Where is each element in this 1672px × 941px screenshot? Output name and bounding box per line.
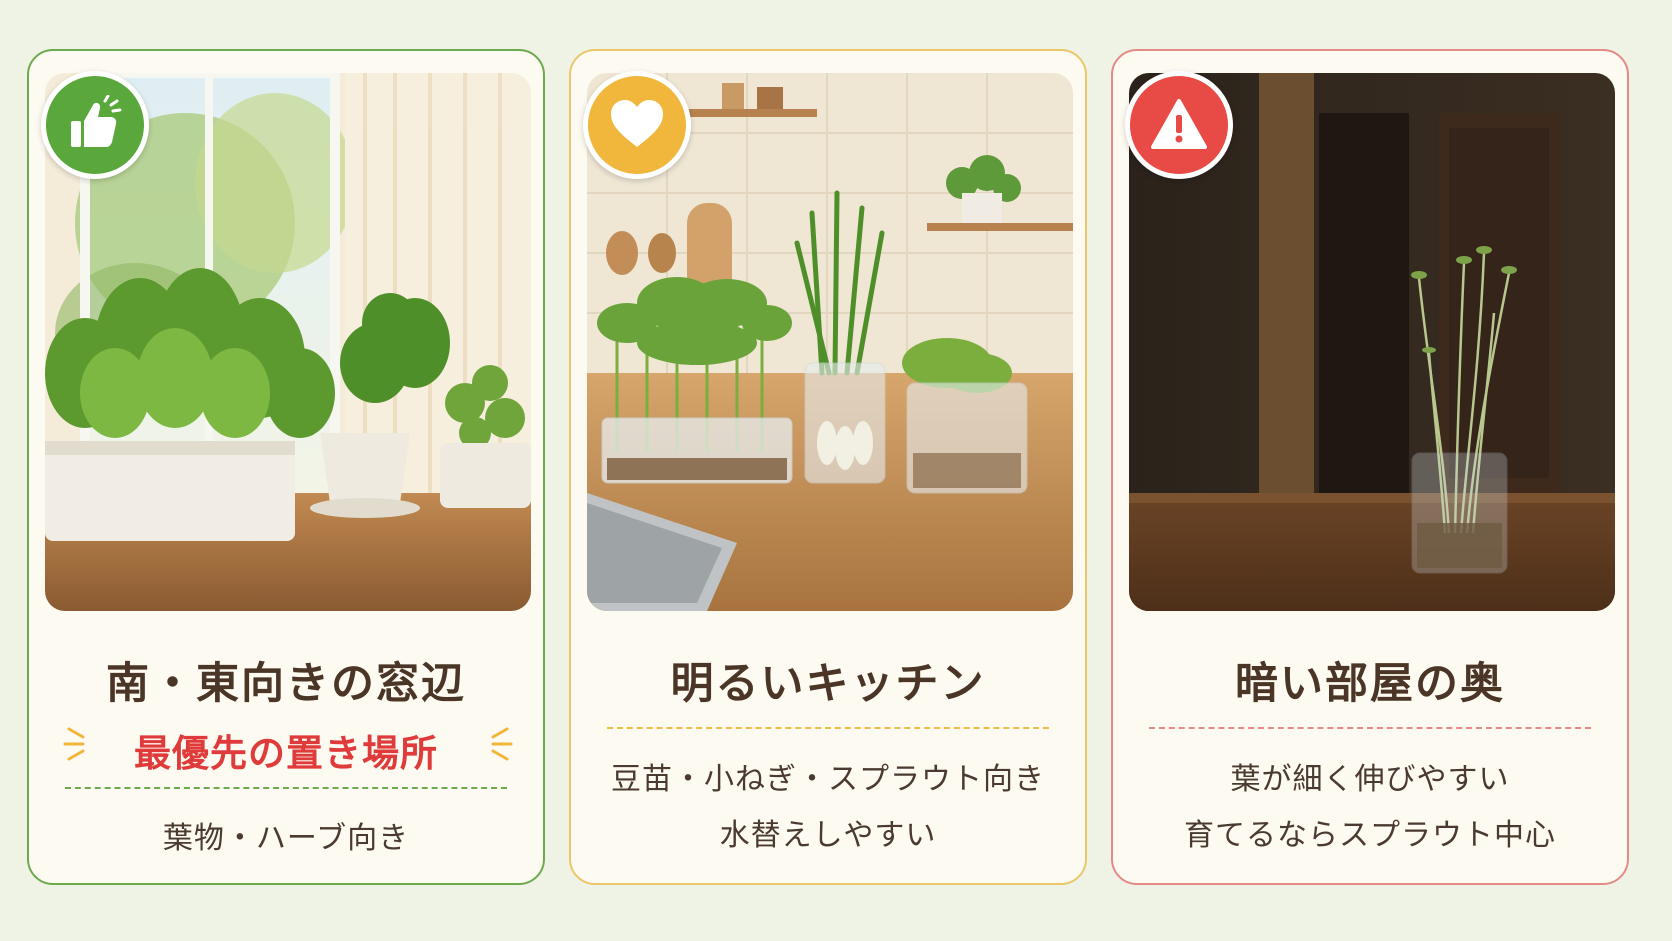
warning-icon: [1151, 99, 1207, 149]
card-title: 明るいキッチン: [670, 659, 986, 709]
thumbs-up-badge: [41, 71, 149, 179]
priority-label: 最優先の置き場所: [134, 732, 438, 775]
thumbs-up-icon: [71, 95, 122, 147]
divider: [1149, 727, 1591, 729]
placement-card-window: 南・東向きの窓辺 最優先の置き場所 葉物・ハーブ向き: [27, 49, 545, 885]
warning-badge: [1125, 71, 1233, 179]
card-description-1: 葉が細く伸びやすい: [1230, 762, 1510, 797]
card-title: 南・東向きの窓辺: [106, 659, 466, 709]
placement-card-kitchen: 明るいキッチン 豆苗・小ねぎ・スプラウト向き 水替えしやすい: [569, 49, 1087, 885]
placement-card-dark-room: 暗い部屋の奥 葉が細く伸びやすい 育てるならスプラウト中心: [1111, 49, 1629, 885]
heart-icon: [611, 100, 663, 147]
divider: [607, 727, 1049, 729]
card-description-1: 豆苗・小ねぎ・スプラウト向き: [611, 762, 1045, 797]
card-title: 暗い部屋の奥: [1235, 659, 1505, 709]
divider: [65, 787, 507, 789]
card-description-2: 水替えしやすい: [719, 818, 937, 853]
card-description-2: 育てるならスプラウト中心: [1184, 818, 1556, 853]
card-description: 葉物・ハーブ向き: [162, 821, 410, 856]
heart-badge: [583, 71, 691, 179]
